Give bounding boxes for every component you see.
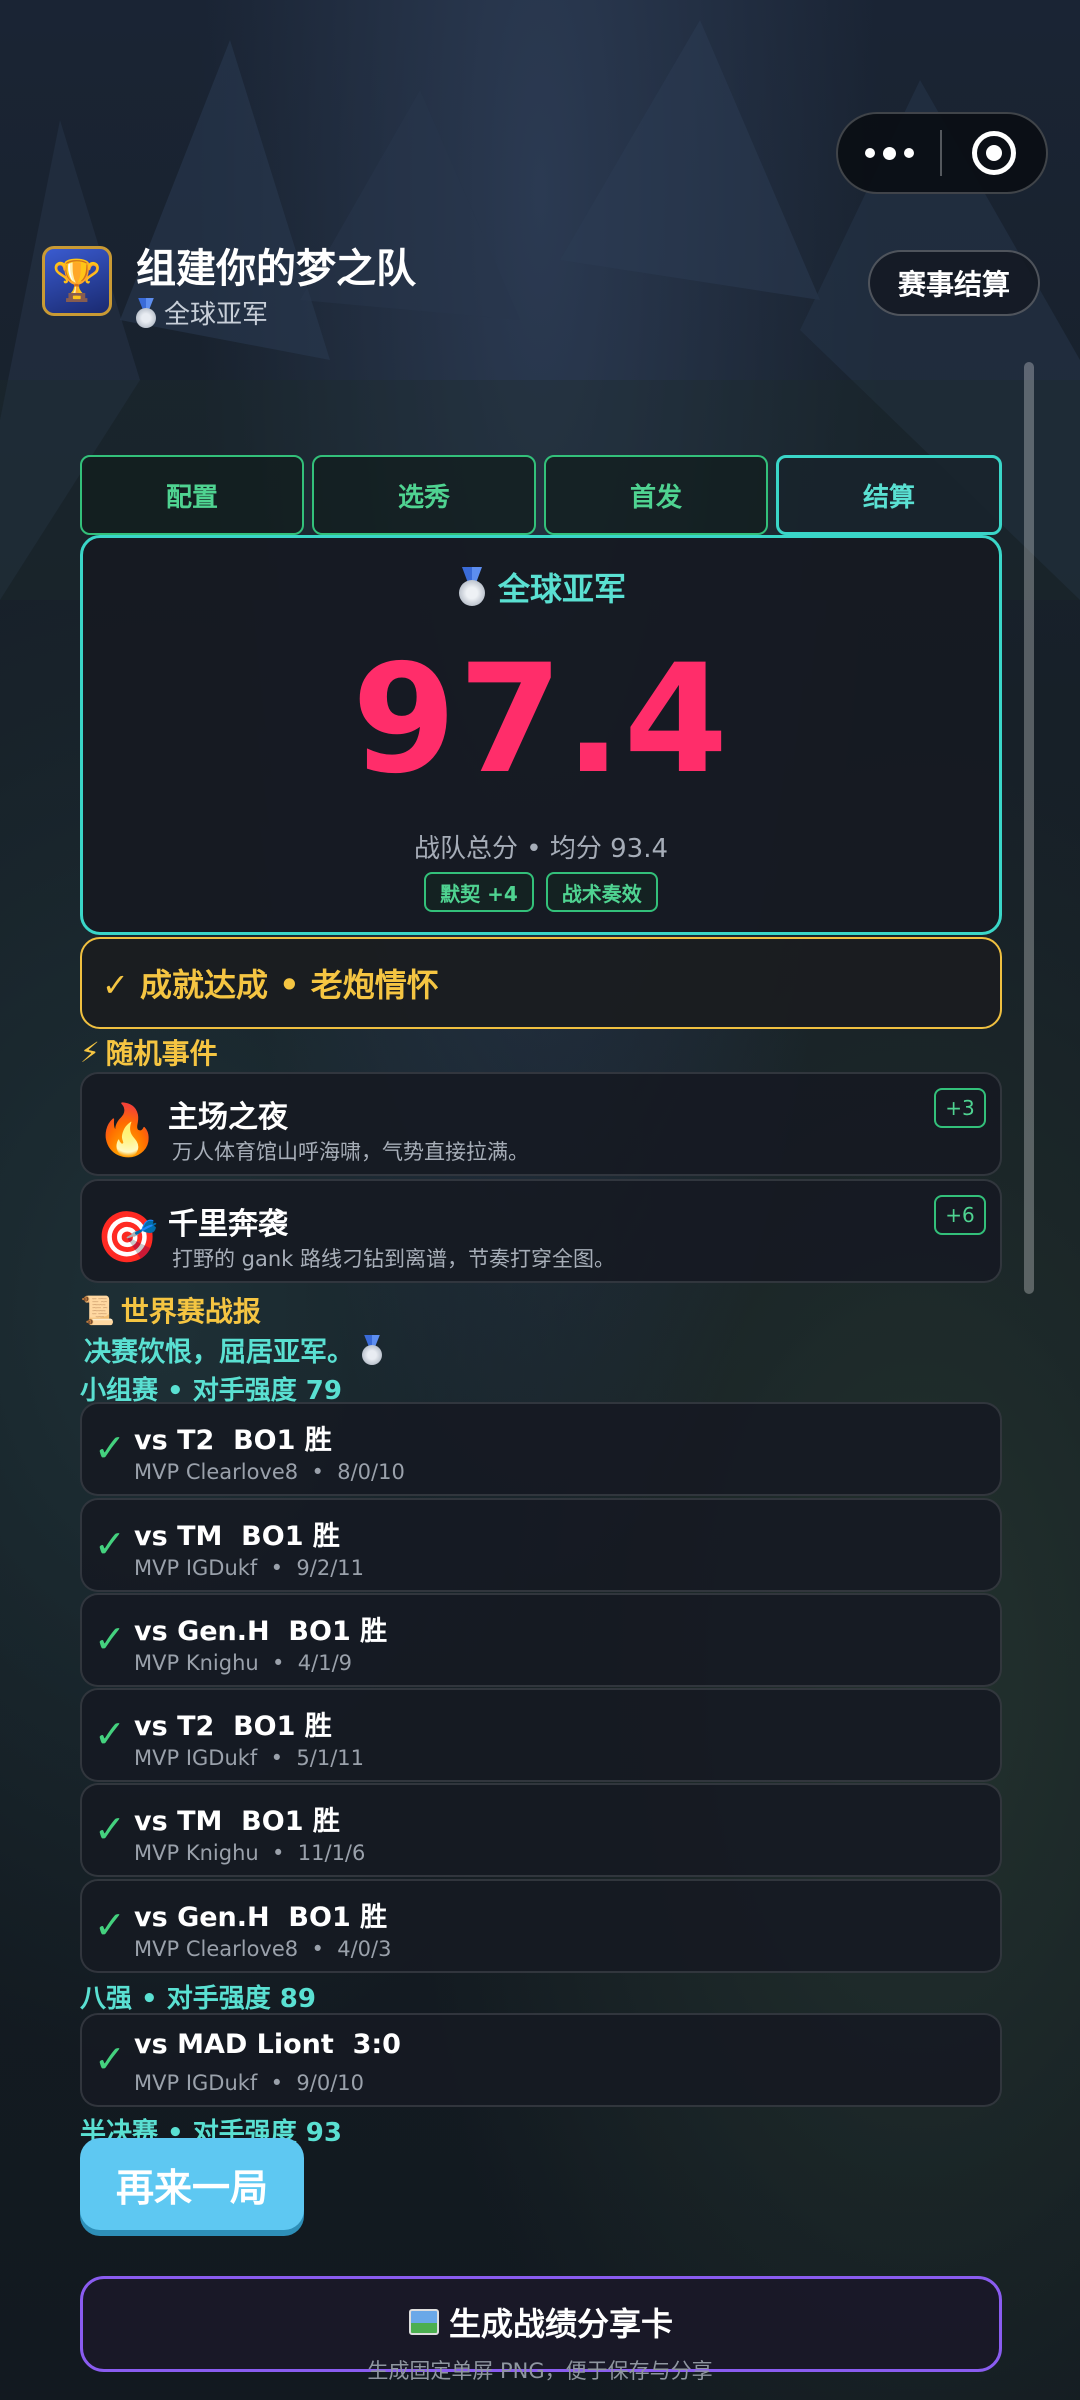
page-subtitle-text: 全球亚军 bbox=[164, 300, 269, 330]
check-icon: ✓ bbox=[94, 1522, 126, 1566]
close-miniprogram-button[interactable] bbox=[942, 131, 1046, 175]
miniprogram-capsule bbox=[836, 112, 1048, 194]
tab-lineup[interactable]: 首发 bbox=[544, 455, 768, 535]
check-icon: ✓ bbox=[94, 1617, 126, 1661]
match-title: vs Gen.H BO1 胜 bbox=[134, 1902, 388, 1933]
silver-medal-icon bbox=[360, 1335, 384, 1365]
event-desc: 打野的 gank 路线刁钻到离谱，节奏打穿全图。 bbox=[172, 1247, 616, 1271]
event-card: 🎯 千里奔袭 打野的 gank 路线刁钻到离谱，节奏打穿全图。 +6 bbox=[80, 1179, 1002, 1283]
step-tabs: 配置 选秀 首发 结算 bbox=[80, 455, 1002, 535]
event-desc: 万人体育馆山呼海啸，气势直接拉满。 bbox=[172, 1140, 529, 1164]
check-icon: ✓ bbox=[94, 1426, 126, 1470]
event-title: 主场之夜 bbox=[168, 1100, 288, 1135]
silver-medal-icon bbox=[456, 567, 488, 607]
report-heading: 📜 世界赛战报 bbox=[80, 1290, 261, 1330]
share-card-label: 生成战绩分享卡 bbox=[448, 2305, 673, 2343]
event-title: 千里奔袭 bbox=[168, 1207, 288, 1242]
total-score-value: 97.4 bbox=[351, 633, 731, 807]
more-options-button[interactable] bbox=[838, 114, 940, 192]
match-row: ✓ vs Gen.H BO1 胜 MVP Clearlove8 • 4/0/3 bbox=[80, 1879, 1002, 1973]
share-card-hint: 生成固定单屏 PNG，便于保存与分享 bbox=[367, 2359, 713, 2383]
match-title: vs T2 BO1 胜 bbox=[134, 1711, 332, 1742]
tab-draft[interactable]: 选秀 bbox=[312, 455, 536, 535]
page-subtitle: 全球亚军 bbox=[134, 294, 268, 331]
match-mvp: MVP IGDukf • 9/0/10 bbox=[134, 2071, 365, 2095]
trophy-logo-icon: 🏆 bbox=[42, 246, 112, 316]
event-card: 🔥 主场之夜 万人体育馆山呼海啸，气势直接拉满。 +3 bbox=[80, 1072, 1002, 1176]
rank-line: 全球亚军 bbox=[83, 564, 999, 610]
picture-icon bbox=[408, 2309, 439, 2335]
target-circle-icon bbox=[972, 131, 1016, 175]
silver-medal-icon bbox=[134, 298, 158, 328]
check-icon: ✓ bbox=[94, 1807, 126, 1851]
bonus-chip: 默契 +4 bbox=[424, 872, 534, 912]
share-card-title: 生成战绩分享卡 bbox=[83, 2299, 999, 2345]
event-points: +3 bbox=[934, 1088, 986, 1128]
match-mvp: MVP IGDukf • 9/2/11 bbox=[134, 1556, 365, 1580]
events-heading-text: 随机事件 bbox=[105, 1037, 218, 1070]
events-heading: ⚡ 随机事件 bbox=[80, 1032, 218, 1072]
report-heading-text: 世界赛战报 bbox=[120, 1295, 261, 1328]
stage-heading: 八强 • 对手强度 89 bbox=[80, 1984, 316, 2014]
play-again-button[interactable]: 再来一局 bbox=[80, 2138, 304, 2230]
score-meta: 战队总分 • 均分 93.4 bbox=[413, 834, 669, 864]
tab-config[interactable]: 配置 bbox=[80, 455, 304, 535]
match-row: ✓ vs TM BO1 胜 MVP Knighu • 11/1/6 bbox=[80, 1783, 1002, 1877]
scrollbar[interactable] bbox=[1024, 362, 1034, 1294]
match-mvp: MVP Knighu • 11/1/6 bbox=[134, 1841, 366, 1865]
check-icon: ✓ bbox=[94, 2037, 126, 2081]
target-icon: 🎯 bbox=[96, 1208, 159, 1266]
match-title: vs TM BO1 胜 bbox=[134, 1806, 340, 1837]
scroll-icon: 📜 bbox=[80, 1293, 115, 1327]
rank-label: 全球亚军 bbox=[497, 570, 626, 608]
report-summary: 决赛饮恨，屈居亚军。 bbox=[84, 1330, 384, 1369]
match-row: ✓ vs MAD Liont 3:0 MVP IGDukf • 9/0/10 bbox=[80, 2013, 1002, 2107]
tab-settlement[interactable]: 结算 bbox=[776, 455, 1002, 535]
match-row: ✓ vs Gen.H BO1 胜 MVP Knighu • 4/1/9 bbox=[80, 1593, 1002, 1687]
match-row: ✓ vs T2 BO1 胜 MVP Clearlove8 • 8/0/10 bbox=[80, 1402, 1002, 1496]
match-row: ✓ vs T2 BO1 胜 MVP IGDukf • 5/1/11 bbox=[80, 1688, 1002, 1782]
match-mvp: MVP Knighu • 4/1/9 bbox=[134, 1651, 353, 1675]
achievement-banner: ✓ 成就达成 • 老炮情怀 bbox=[80, 937, 1002, 1029]
match-mvp: MVP Clearlove8 • 4/0/3 bbox=[134, 1937, 392, 1961]
check-icon: ✓ bbox=[94, 1903, 126, 1947]
match-row: ✓ vs TM BO1 胜 MVP IGDukf • 9/2/11 bbox=[80, 1498, 1002, 1592]
event-points: +6 bbox=[934, 1195, 986, 1235]
match-mvp: MVP IGDukf • 5/1/11 bbox=[134, 1746, 365, 1770]
match-title: vs T2 BO1 胜 bbox=[134, 1425, 332, 1456]
match-title: vs MAD Liont 3:0 bbox=[134, 2029, 401, 2060]
bonus-chip: 战术奏效 bbox=[545, 872, 658, 912]
match-title: vs TM BO1 胜 bbox=[134, 1521, 340, 1552]
score-card: 全球亚军 97.4 战队总分 • 均分 93.4 默契 +4 战术奏效 bbox=[80, 535, 1002, 935]
check-icon: ✓ bbox=[94, 1712, 126, 1756]
report-summary-text: 决赛饮恨，屈居亚军。 bbox=[84, 1337, 354, 1368]
lightning-icon: ⚡ bbox=[80, 1035, 100, 1069]
fire-icon: 🔥 bbox=[96, 1101, 159, 1159]
page-title: 组建你的梦之队 bbox=[136, 246, 416, 292]
match-title: vs Gen.H BO1 胜 bbox=[134, 1616, 388, 1647]
match-mvp: MVP Clearlove8 • 8/0/10 bbox=[134, 1460, 405, 1484]
settle-button[interactable]: 赛事结算 bbox=[868, 250, 1040, 316]
bonus-chips: 默契 +4 战术奏效 bbox=[83, 872, 999, 912]
